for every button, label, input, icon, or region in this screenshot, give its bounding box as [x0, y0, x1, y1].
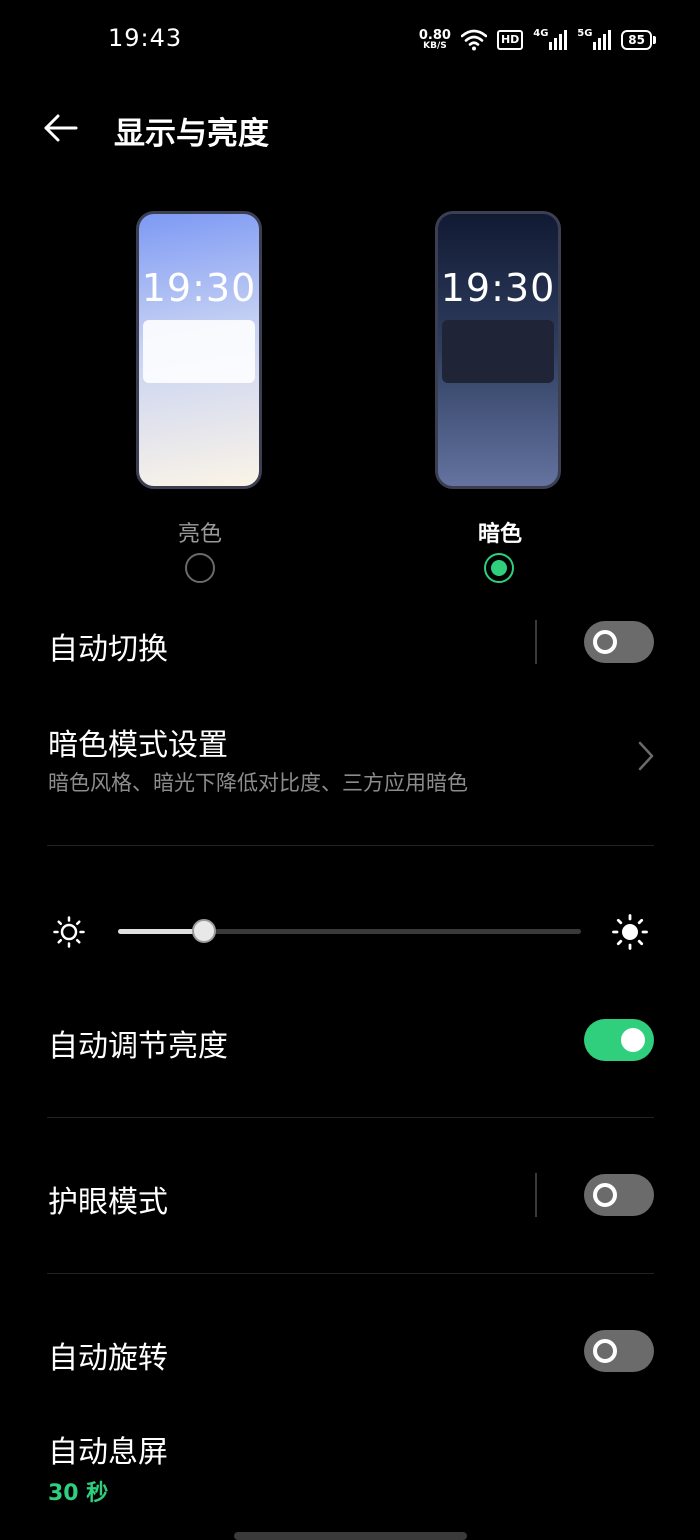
battery-level: 85 — [621, 30, 652, 50]
eye-comfort-separator — [535, 1173, 537, 1217]
brightness-slider-fill — [118, 929, 204, 934]
eye-comfort-label: 护眼模式 — [48, 1185, 168, 1220]
eye-comfort-toggle[interactable] — [584, 1174, 654, 1216]
status-icons: 0.80 KB/S HD 4G 5G 85 — [419, 26, 656, 54]
auto-rotate-label: 自动旋转 — [48, 1341, 168, 1376]
dark-theme-preview[interactable]: 19:30 — [435, 211, 561, 489]
dark-preview-clock: 19:30 — [440, 266, 556, 310]
chevron-right-icon[interactable] — [636, 740, 656, 772]
auto-brightness-toggle[interactable] — [584, 1019, 654, 1061]
signal-4g-label: 4G — [533, 28, 549, 39]
light-preview-clock: 19:30 — [141, 266, 257, 310]
brightness-slider-thumb[interactable] — [191, 919, 216, 943]
auto-switch-label: 自动切换 — [48, 632, 168, 667]
auto-brightness-label: 自动调节亮度 — [48, 1029, 228, 1064]
divider — [47, 845, 654, 846]
brightness-low-icon — [53, 916, 85, 948]
screen-timeout-title[interactable]: 自动息屏 — [48, 1427, 168, 1471]
brightness-high-icon — [612, 914, 648, 950]
battery-icon: 85 — [621, 30, 656, 50]
light-preview-card — [143, 320, 255, 383]
divider — [47, 1117, 654, 1118]
divider — [47, 1273, 654, 1274]
network-speed: 0.80 KB/S — [419, 29, 451, 51]
light-theme-label: 亮色 — [177, 522, 222, 547]
hd-voice-icon: HD — [496, 30, 524, 50]
signal-4g-icon: 4G — [533, 28, 568, 50]
status-time: 19:43 — [108, 24, 183, 52]
brightness-slider[interactable] — [118, 919, 581, 943]
page-title: 显示与亮度 — [114, 116, 269, 152]
home-indicator[interactable] — [234, 1532, 467, 1540]
signal-5g-icon: 5G — [577, 28, 612, 50]
auto-switch-separator — [535, 620, 537, 664]
dark-theme-radio[interactable] — [484, 553, 514, 583]
wifi-icon — [460, 29, 487, 51]
dark-mode-settings-subtitle: 暗色风格、暗光下降低对比度、三方应用暗色 — [48, 771, 468, 795]
auto-rotate-toggle[interactable] — [584, 1330, 654, 1372]
auto-switch-toggle[interactable] — [584, 621, 654, 663]
dark-mode-settings-title[interactable]: 暗色模式设置 — [48, 720, 228, 764]
dark-preview-card — [442, 320, 554, 383]
light-theme-radio[interactable] — [185, 553, 215, 583]
signal-5g-label: 5G — [577, 28, 593, 39]
arrow-left-icon[interactable] — [38, 108, 84, 148]
dark-theme-label: 暗色 — [477, 522, 522, 547]
light-theme-preview[interactable]: 19:30 — [136, 211, 262, 489]
screen-timeout-value: 30 秒 — [48, 1481, 109, 1506]
network-speed-unit: KB/S — [423, 41, 447, 51]
